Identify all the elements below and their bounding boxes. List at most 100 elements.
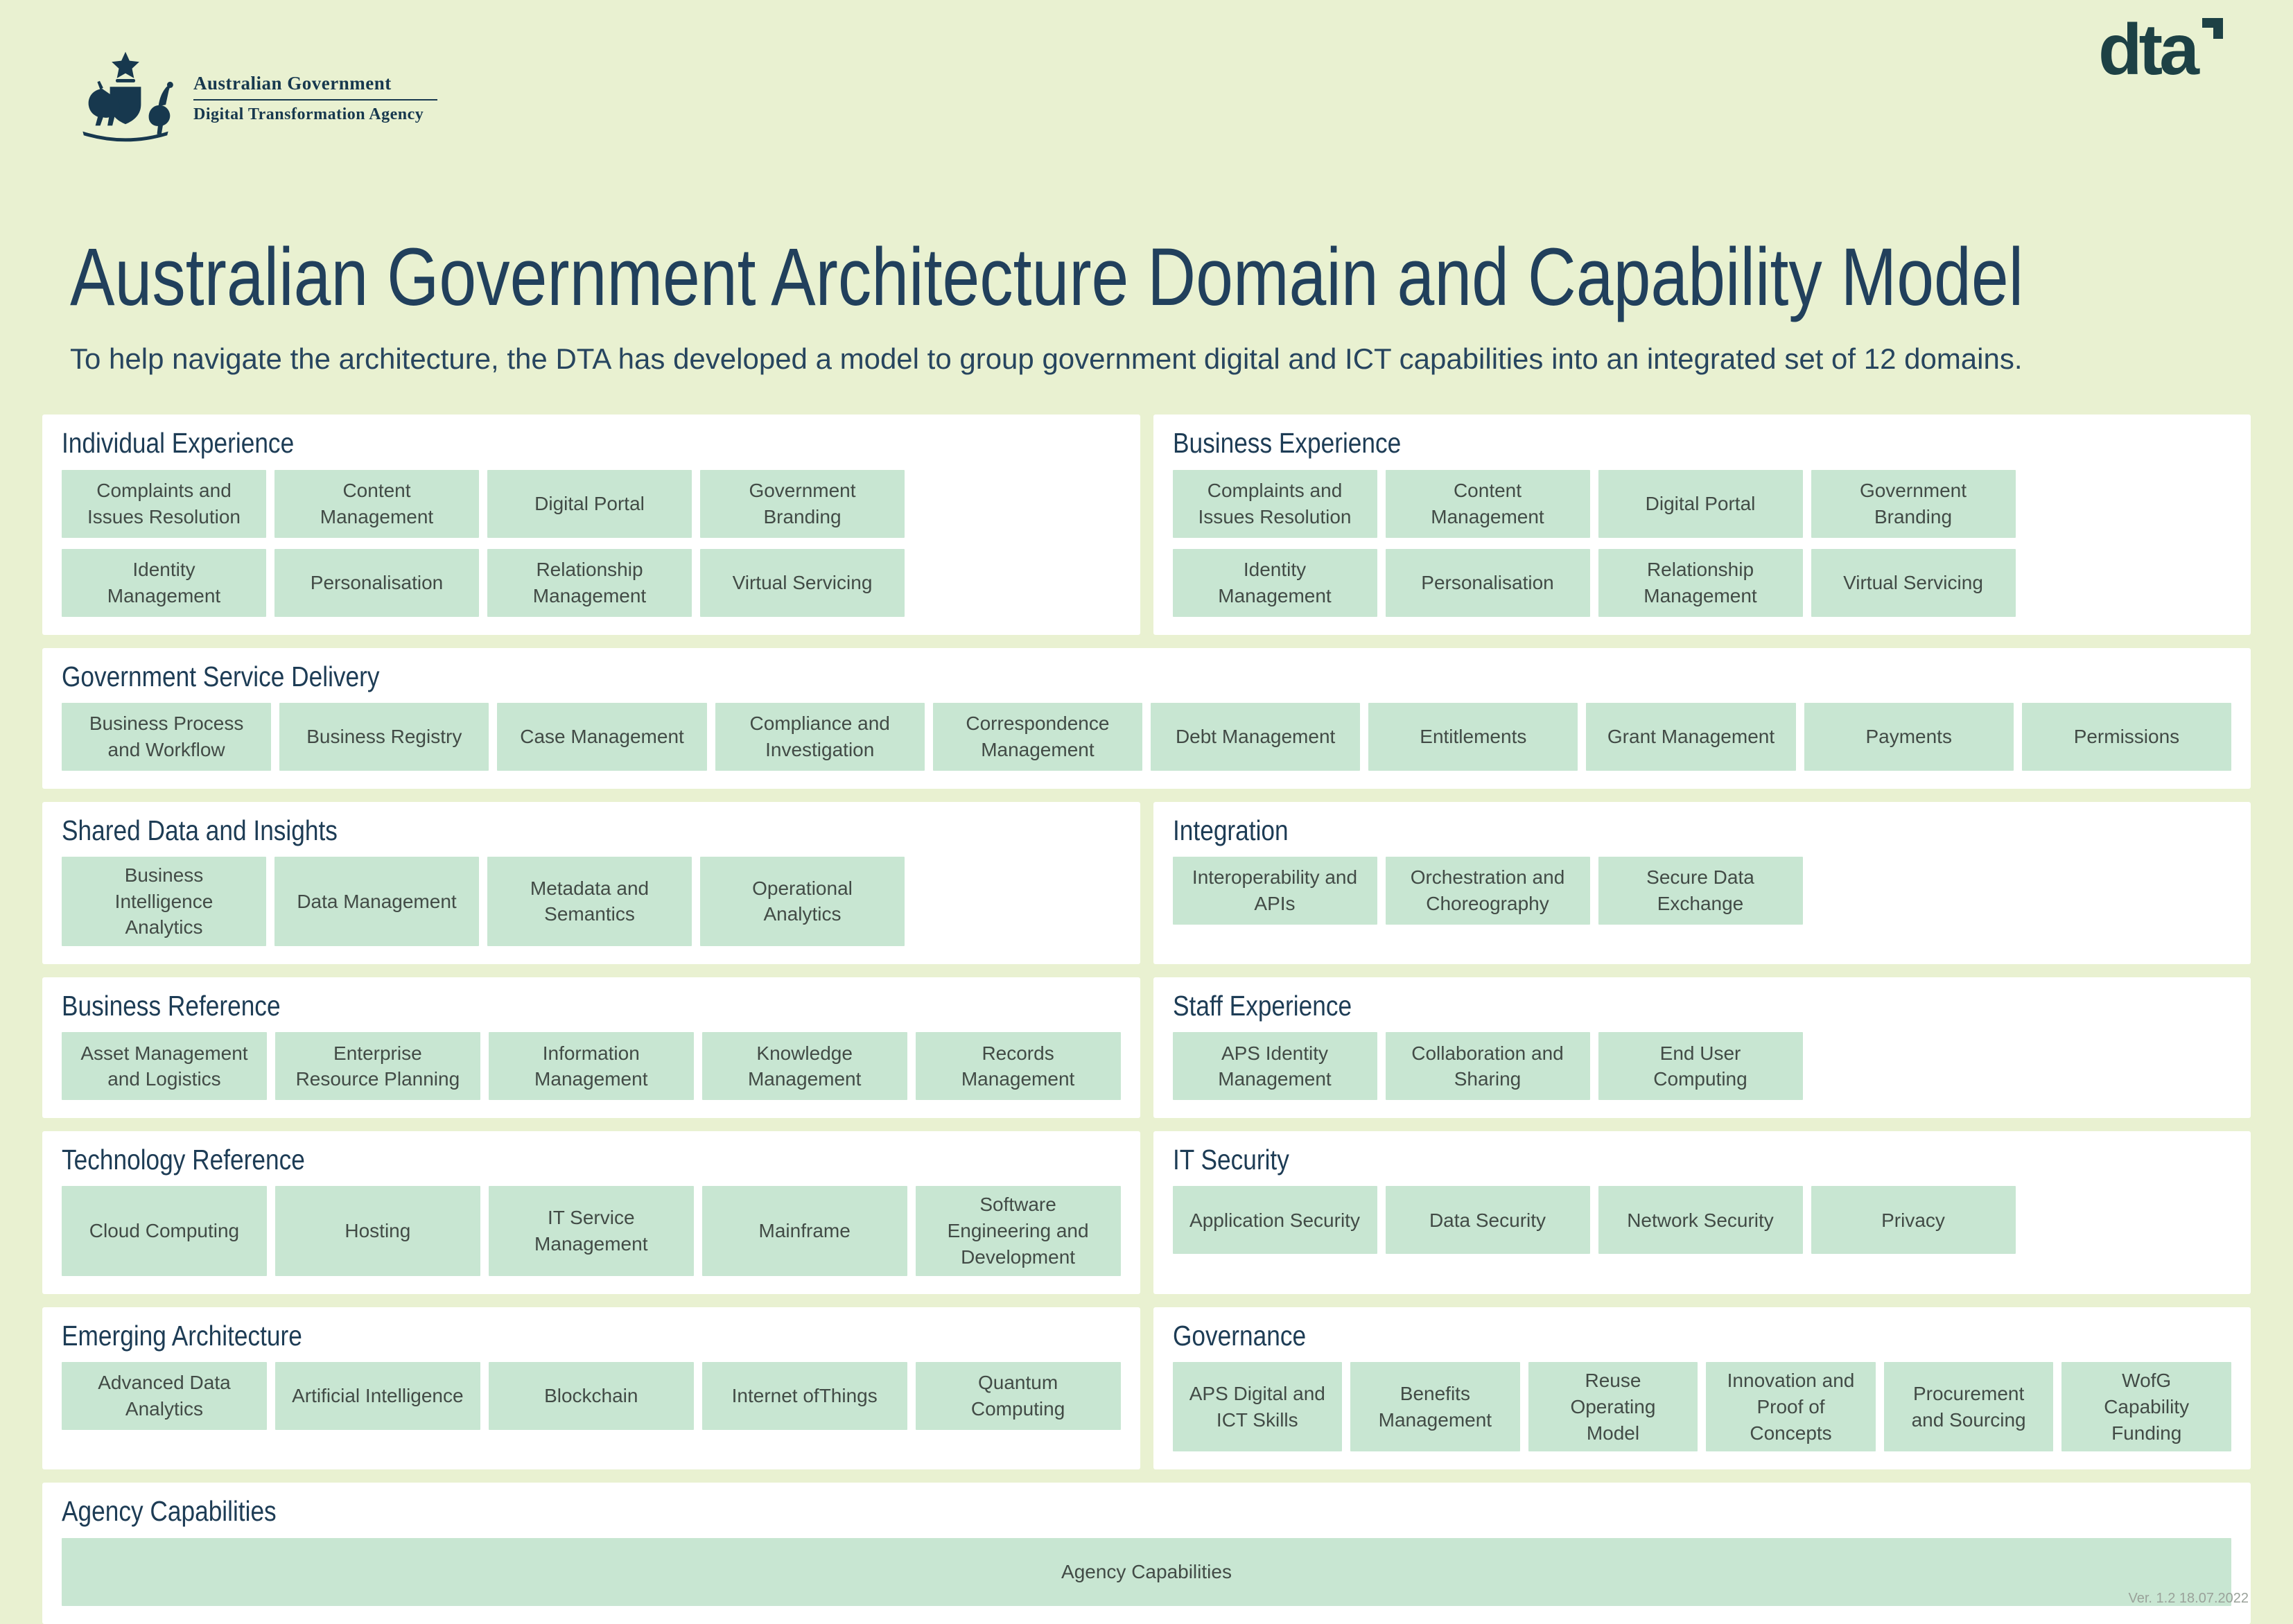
capability-tile: Digital Portal [1598, 470, 1803, 538]
domain-title: Agency Capabilities [62, 1495, 1928, 1528]
capability-tile: Orchestration and Choreography [1386, 857, 1590, 925]
domain-panel-it-security: IT SecurityApplication SecurityData Secu… [1153, 1131, 2251, 1294]
domain-title: Business Reference [62, 990, 973, 1022]
capability-tile: Interoperability and APIs [1173, 857, 1377, 925]
capability-tile: Payments [1804, 703, 2014, 771]
domain-panel-government-service-delivery: Government Service Delivery Business Proc… [42, 648, 2251, 789]
domain-title: Government Service Delivery [62, 661, 1928, 693]
capability-tile: Virtual Servicing [1811, 549, 2016, 617]
capability-tile: Identity Management [62, 549, 266, 617]
capability-tile: Network Security [1598, 1186, 1803, 1254]
page-title: Australian Government Architecture Domai… [70, 236, 1858, 319]
capability-tile: Agency Capabilities [62, 1538, 2231, 1606]
capability-tile: APS Identity Management [1173, 1032, 1377, 1100]
domain-title: Individual Experience [62, 427, 973, 460]
capability-tiles: Application SecurityData SecurityNetwork… [1173, 1186, 2232, 1254]
capability-tile: Government Branding [1811, 470, 2016, 538]
domain-title: Technology Reference [62, 1144, 973, 1176]
capability-tile: Personalisation [1386, 549, 1590, 617]
crest-divider [193, 99, 437, 101]
capability-tile: Case Management [497, 703, 706, 771]
capability-tile: Complaints and Issues Resolution [1173, 470, 1377, 538]
capability-tile: Artificial Intelligence [275, 1362, 480, 1430]
crest-line1: Australian Government [193, 73, 437, 94]
capability-tile: Business Intelligence Analytics [62, 857, 266, 946]
capability-tile: WofG Capability Funding [2061, 1362, 2231, 1451]
domain-title: Staff Experience [1173, 990, 2084, 1022]
capability-tile: Entitlements [1368, 703, 1578, 771]
capability-tiles: Interoperability and APIsOrchestration a… [1173, 857, 2232, 925]
dta-corner-mark-icon [2202, 18, 2223, 39]
capability-tiles: Complaints and Issues ResolutionContent … [1173, 470, 2032, 617]
capability-tiles: Complaints and Issues ResolutionContent … [62, 470, 921, 617]
capability-tile: Records Management [916, 1032, 1121, 1100]
australian-government-logo: Australian Government Digital Transforma… [67, 50, 437, 147]
capability-tiles: Cloud ComputingHostingIT Service Managem… [62, 1186, 1121, 1275]
capability-tile: Grant Management [1586, 703, 1795, 771]
capability-tile: Hosting [275, 1186, 480, 1275]
domain-panel-governance: Governance APS Digital and ICT SkillsBene… [1153, 1307, 2251, 1470]
domain-grid: Individual Experience Complaints and Issu… [42, 414, 2251, 1623]
capability-tile: Privacy [1811, 1186, 2016, 1254]
capability-tile: Identity Management [1173, 549, 1377, 617]
capability-tiles: APS Identity ManagementCollaboration and… [1173, 1032, 2232, 1100]
capability-tile: Mainframe [702, 1186, 907, 1275]
capability-tile: Information Management [489, 1032, 694, 1100]
capability-tile: Compliance and Investigation [715, 703, 925, 771]
capability-tile: Collaboration and Sharing [1386, 1032, 1590, 1100]
capability-tiles: Business Intelligence AnalyticsData Mana… [62, 857, 1121, 946]
capability-tile: Data Security [1386, 1186, 1590, 1254]
capability-tile: Procurement and Sourcing [1884, 1362, 2054, 1451]
capability-tile: APS Digital and ICT Skills [1173, 1362, 1343, 1451]
capability-tile: Data Management [274, 857, 479, 946]
capability-tiles: Advanced Data AnalyticsArtificial Intell… [62, 1362, 1121, 1430]
capability-tile: Relationship Management [1598, 549, 1803, 617]
capability-tile: Knowledge Management [702, 1032, 907, 1100]
capability-tile: Blockchain [489, 1362, 694, 1430]
crest-line2: Digital Transformation Agency [193, 105, 437, 124]
capability-tiles: Agency Capabilities [62, 1538, 2231, 1606]
coat-of-arms-icon [67, 50, 184, 147]
capability-tile: Quantum Computing [916, 1362, 1121, 1430]
capability-tile: Relationship Management [487, 549, 692, 617]
capability-tile: Content Management [1386, 470, 1590, 538]
capability-tile: Enterprise Resource Planning [275, 1032, 480, 1100]
header: Australian Government Digital Transforma… [42, 0, 2251, 166]
domain-panel-business-experience: Business ExperienceComplaints and Issues… [1153, 414, 2251, 634]
capability-tile: Operational Analytics [700, 857, 905, 946]
capability-tile: Debt Management [1151, 703, 1360, 771]
capability-tile: Virtual Servicing [700, 549, 905, 617]
capability-tile: End User Computing [1598, 1032, 1803, 1100]
domain-title: Emerging Architecture [62, 1320, 973, 1352]
capability-tile: Government Branding [700, 470, 905, 538]
crest-wordmark: Australian Government Digital Transforma… [193, 73, 437, 124]
domain-panel-integration: Integration Interoperability and APIsOrch… [1153, 802, 2251, 965]
capability-tile: Correspondence Management [933, 703, 1142, 771]
capability-tile: Business Process and Workflow [62, 703, 271, 771]
capability-tile: Personalisation [274, 549, 479, 617]
domain-panel-business-reference: Business ReferenceAsset Management and L… [42, 977, 1140, 1118]
capability-tile: Permissions [2022, 703, 2231, 771]
page-subtitle: To help navigate the architecture, the D… [70, 342, 2251, 376]
capability-tile: Advanced Data Analytics [62, 1362, 267, 1430]
capability-tile: Reuse Operating Model [1528, 1362, 1698, 1451]
capability-tile: Secure Data Exchange [1598, 857, 1803, 925]
domain-title: Integration [1173, 814, 2084, 847]
domain-panel-emerging-architecture: Emerging Architecture Advanced Data Analy… [42, 1307, 1140, 1470]
domain-title: Governance [1173, 1320, 2084, 1352]
capability-tile: Cloud Computing [62, 1186, 267, 1275]
domain-panel-agency-capabilities: Agency Capabilities Agency Capabilities [42, 1483, 2251, 1623]
dta-logo: dta [2098, 14, 2223, 86]
version-label: Ver. 1.2 18.07.2022 [2129, 1591, 2249, 1607]
capability-tile: Content Management [274, 470, 479, 538]
capability-tile: Digital Portal [487, 470, 692, 538]
capability-tile: Benefits Management [1350, 1362, 1520, 1451]
domain-panel-shared-data-and-insights: Shared Data and Insights Business Intelli… [42, 802, 1140, 965]
capability-tile: Metadata and Semantics [487, 857, 692, 946]
capability-tile: Innovation and Proof of Concepts [1706, 1362, 1876, 1451]
poster-page: Australian Government Digital Transforma… [0, 0, 2293, 1624]
domain-title: Shared Data and Insights [62, 814, 973, 847]
domain-panel-individual-experience: Individual Experience Complaints and Issu… [42, 414, 1140, 634]
capability-tile: Software Engineering and Development [916, 1186, 1121, 1275]
capability-tile: Complaints and Issues Resolution [62, 470, 266, 538]
